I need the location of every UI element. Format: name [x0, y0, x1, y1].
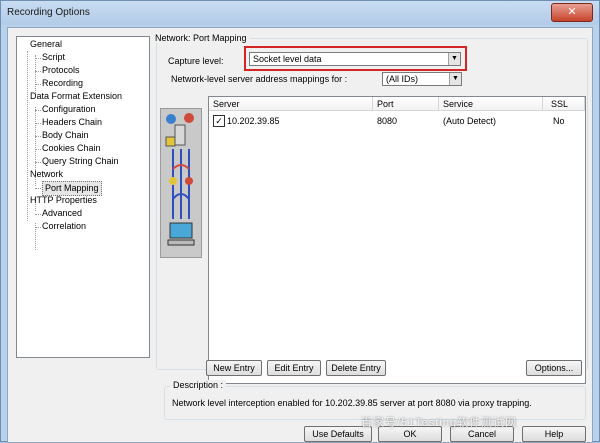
capture-level-dropdown[interactable]: Socket level data ▼: [249, 52, 461, 66]
tree-item-http-properties[interactable]: HTTP Properties: [30, 194, 97, 207]
tree-line: [35, 71, 41, 72]
capture-level-label: Capture level:: [168, 56, 224, 66]
dropdown-arrow-icon[interactable]: ▼: [448, 53, 460, 65]
new-entry-button[interactable]: New Entry: [206, 360, 262, 376]
tree-item-correlation[interactable]: Correlation: [42, 220, 86, 233]
tree-line: [35, 84, 41, 85]
tree-item-network[interactable]: Network: [30, 168, 63, 181]
tree-item-query-string-chain[interactable]: Query String Chain: [42, 155, 119, 168]
tree-line: [35, 162, 41, 163]
tree-item-recording[interactable]: Recording: [42, 77, 83, 90]
group-title: Network: Port Mapping: [152, 33, 250, 43]
server-cell: 10.202.39.85: [227, 116, 280, 126]
mapping-label: Network-level server address mappings fo…: [171, 74, 348, 84]
tree-item-cookies-chain[interactable]: Cookies Chain: [42, 142, 101, 155]
row-enabled-checkbox[interactable]: ✓: [213, 115, 225, 127]
mapping-ids-dropdown[interactable]: (All IDs) ▼: [382, 72, 462, 86]
capture-level-value: Socket level data: [253, 54, 322, 64]
tree-line: [35, 110, 41, 111]
tree-line: [35, 58, 41, 59]
title-bar[interactable]: Recording Options ✕: [1, 1, 599, 25]
column-header-server[interactable]: Server: [209, 97, 373, 111]
description-label: Description :: [170, 380, 227, 390]
column-header-port[interactable]: Port: [373, 97, 439, 111]
tree-item-data-format-extension[interactable]: Data Format Extension: [30, 90, 122, 103]
description-text: Network level interception enabled for 1…: [172, 398, 532, 408]
watermark: 百家号/51Testing软件测试网: [361, 417, 518, 429]
close-button[interactable]: ✕: [551, 3, 593, 22]
recording-options-window: Recording Options ✕ General Script Proto…: [0, 0, 600, 443]
tree-item-script[interactable]: Script: [42, 51, 65, 64]
tree-item-configuration[interactable]: Configuration: [42, 103, 96, 116]
options-button[interactable]: Options...: [526, 360, 582, 376]
dialog-client: General Script Protocols Recording Data …: [7, 27, 593, 443]
tree-line: [35, 136, 41, 137]
tree-item-advanced[interactable]: Advanced: [42, 207, 82, 220]
edit-entry-button[interactable]: Edit Entry: [267, 360, 321, 376]
tree-item-general[interactable]: General: [30, 38, 62, 51]
column-header-service[interactable]: Service: [439, 97, 543, 111]
tree-line: [35, 149, 41, 150]
window-title: Recording Options: [7, 7, 90, 18]
ssl-cell: No: [553, 116, 565, 126]
tree-line: [27, 51, 28, 221]
tree-item-protocols[interactable]: Protocols: [42, 64, 80, 77]
server-mappings-table[interactable]: Server Port Service SSL ✓ 10.202.39.85 8…: [208, 96, 586, 384]
tree-line: [35, 227, 41, 228]
service-cell: (Auto Detect): [443, 116, 497, 126]
column-header-ssl[interactable]: SSL: [543, 97, 585, 111]
delete-entry-button[interactable]: Delete Entry: [326, 360, 386, 376]
tree-line: [35, 214, 41, 215]
tree-line: [35, 188, 41, 189]
tree-item-body-chain[interactable]: Body Chain: [42, 129, 89, 142]
tree-item-headers-chain[interactable]: Headers Chain: [42, 116, 102, 129]
help-button[interactable]: Help: [522, 426, 586, 442]
dropdown-arrow-icon[interactable]: ▼: [449, 73, 461, 85]
network-illustration: [160, 108, 202, 258]
mapping-ids-value: (All IDs): [386, 74, 418, 84]
tree-line: [35, 123, 41, 124]
tree-line: [35, 55, 36, 95]
options-tree[interactable]: General Script Protocols Recording Data …: [16, 36, 150, 358]
network-diagram-icon: [165, 113, 195, 246]
port-cell: 8080: [377, 116, 398, 126]
